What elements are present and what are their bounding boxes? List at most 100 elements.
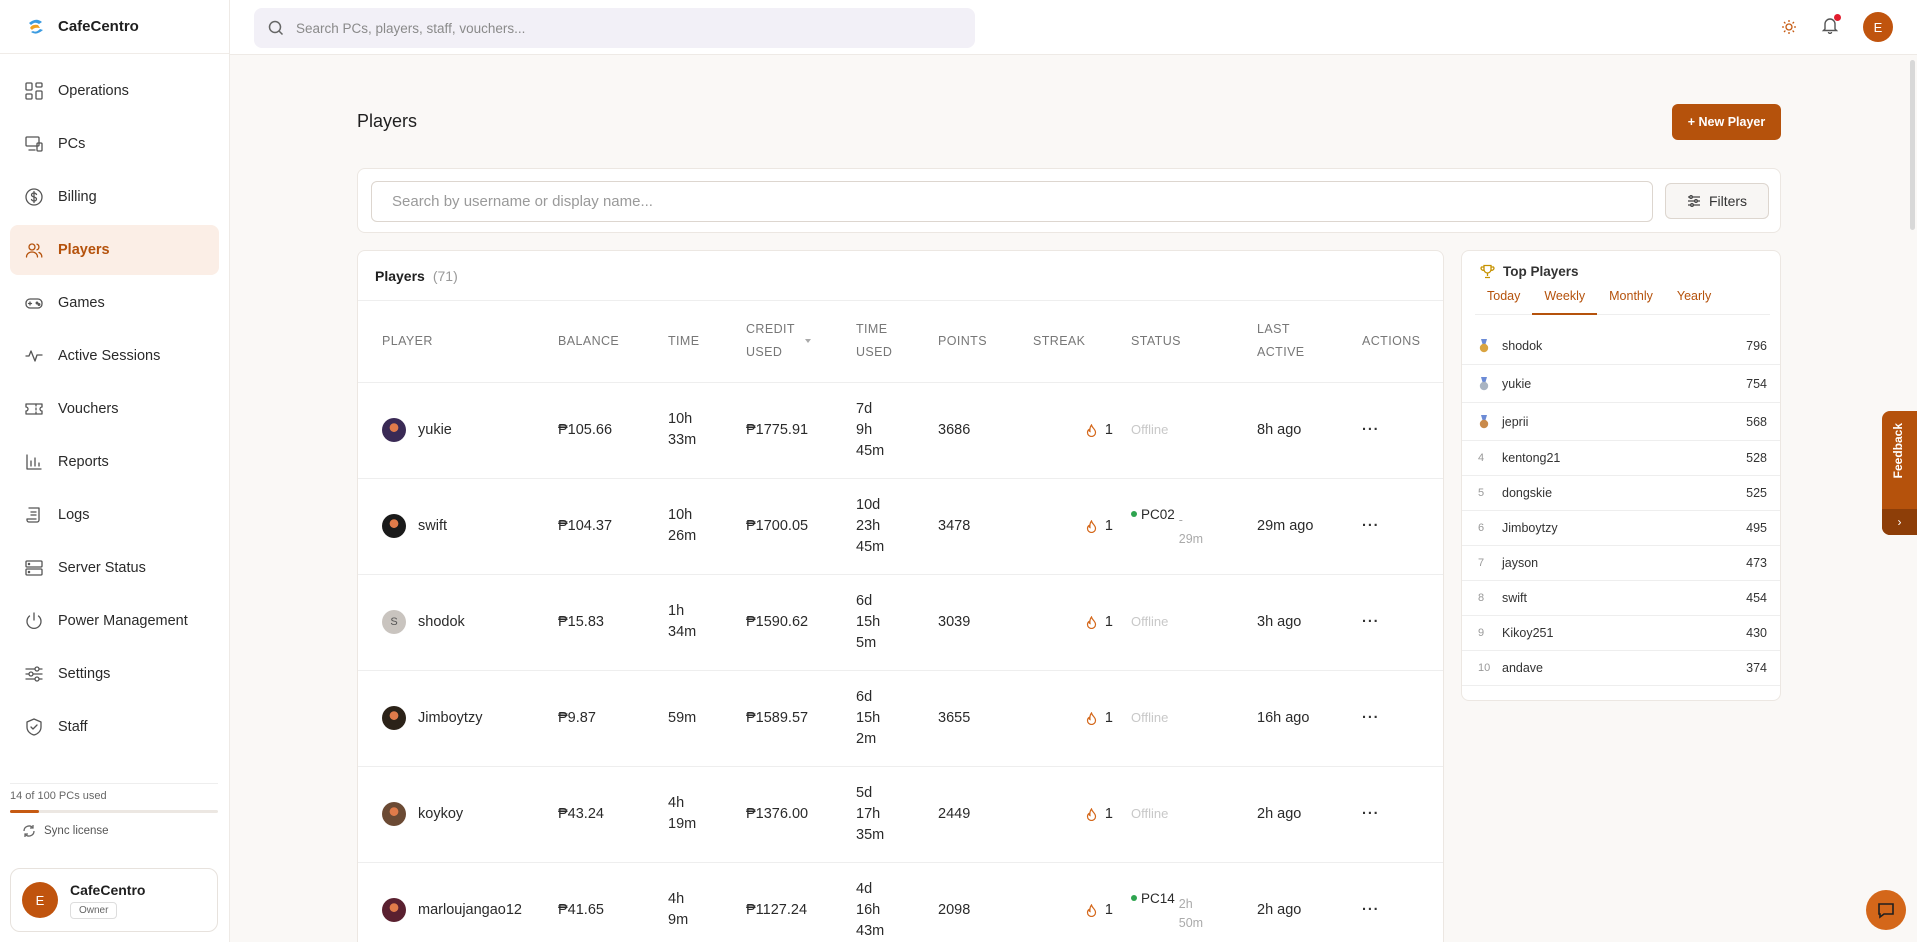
sidebar-item-logs[interactable]: Logs — [10, 490, 219, 540]
sidebar-item-power-management[interactable]: Power Management — [10, 596, 219, 646]
brand[interactable]: CafeCentro — [0, 0, 229, 54]
top-player-points: 430 — [1746, 626, 1767, 640]
time-cell: 59m — [668, 670, 746, 767]
sidebar-item-staff[interactable]: Staff — [10, 702, 219, 752]
line: 15h — [856, 613, 881, 630]
sidebar-item-server-status[interactable]: Server Status — [10, 543, 219, 593]
col-status[interactable]: STATUS — [1131, 301, 1257, 383]
top-player-name: Jimboytzy — [1502, 521, 1558, 535]
list-item[interactable]: 5 dongskie 525 — [1462, 476, 1780, 511]
line: 16h — [856, 901, 881, 918]
sidebar-item-pcs[interactable]: PCs — [10, 119, 219, 169]
actions-cell: ··· — [1362, 574, 1443, 671]
list-item[interactable]: yukie 754 — [1462, 365, 1780, 403]
sync-license-button[interactable]: Sync license — [22, 824, 109, 838]
player-cell[interactable]: Jimboytzy — [382, 706, 558, 730]
rank-number: 8 — [1478, 592, 1485, 604]
users-icon — [25, 243, 43, 258]
list-item[interactable]: shodok 796 — [1462, 327, 1780, 365]
player-cell[interactable]: Sshodok — [382, 610, 558, 634]
col-credit-used-line1: CREDIT — [746, 322, 795, 337]
player-search-input[interactable] — [371, 181, 1653, 222]
col-time[interactable]: TIME — [668, 301, 746, 383]
sidebar-item-games[interactable]: Games — [10, 278, 219, 328]
player-avatar — [382, 898, 406, 922]
sidebar-item-active-sessions[interactable]: Active Sessions — [10, 331, 219, 381]
feedback-tab[interactable]: Feedback › — [1882, 411, 1917, 535]
sidebar-item-billing[interactable]: Billing — [10, 172, 219, 222]
more-actions-icon[interactable]: ··· — [1362, 710, 1380, 726]
list-item[interactable]: 8 swift 454 — [1462, 581, 1780, 616]
col-streak[interactable]: STREAK — [1033, 301, 1131, 383]
more-actions-icon[interactable]: ··· — [1362, 806, 1380, 822]
table-row[interactable]: yukie ₱105.66 10h 33m ₱1775.91 7d 9h 45m 3686 1 Of… — [358, 382, 1443, 479]
line: 17h — [856, 805, 881, 822]
sidebar-item-players[interactable]: Players — [10, 225, 219, 275]
table-row[interactable]: koykoy ₱43.24 4h 19m ₱1376.00 5d 17h 35m 2449 1 Of… — [358, 766, 1443, 863]
chat-button[interactable] — [1866, 890, 1906, 930]
streak-value: 1 — [1104, 805, 1113, 822]
col-time-used[interactable]: TIME USED — [856, 301, 938, 383]
tab-yearly[interactable]: Yearly — [1665, 289, 1723, 315]
col-last-active-line2: ACTIVE — [1257, 345, 1305, 360]
status-cell: Offline — [1131, 382, 1257, 479]
list-item[interactable]: 4 kentong21 528 — [1462, 441, 1780, 476]
line: 35m — [856, 826, 885, 843]
list-item[interactable]: 6 Jimboytzy 495 — [1462, 511, 1780, 546]
table-row[interactable]: Sshodok ₱15.83 1h 34m ₱1590.62 6d 15h 5m 3039 1 Of… — [358, 574, 1443, 671]
status-cell: PC02- 29m — [1131, 478, 1257, 575]
table-row[interactable]: Jimboytzy ₱9.87 59m ₱1589.57 6d 15h 2m 3655 1 Off… — [358, 670, 1443, 767]
global-search-input[interactable] — [296, 20, 936, 36]
notifications-button[interactable] — [1821, 13, 1841, 39]
player-cell[interactable]: koykoy — [382, 802, 558, 826]
col-last-active[interactable]: LAST ACTIVE — [1257, 301, 1362, 383]
time-cell: 4h 9m — [668, 862, 746, 942]
list-item[interactable]: 9 Kikoy251 430 — [1462, 616, 1780, 651]
more-actions-icon[interactable]: ··· — [1362, 518, 1380, 534]
user-avatar[interactable]: E — [1863, 12, 1893, 42]
more-actions-icon[interactable]: ··· — [1362, 422, 1380, 438]
last-active-cell: 2h ago — [1257, 862, 1362, 942]
player-cell[interactable]: swift — [382, 514, 558, 538]
status-online: PC14 2h 50m — [1131, 888, 1257, 933]
line: 4h — [668, 795, 685, 811]
profile-card[interactable]: E CafeCentro Owner — [10, 868, 218, 932]
sun-icon[interactable] — [1781, 19, 1797, 35]
sidebar-item-settings[interactable]: Settings — [10, 649, 219, 699]
top-player-name: swift — [1502, 591, 1527, 605]
sidebar-item-operations[interactable]: Operations — [10, 66, 219, 116]
table-row[interactable]: marloujangao12 ₱41.65 4h 9m ₱1127.24 4d 16h 43m… — [358, 862, 1443, 942]
tab-today[interactable]: Today — [1475, 289, 1532, 315]
player-cell[interactable]: marloujangao12 — [382, 898, 558, 922]
line: 59m — [668, 709, 697, 726]
filters-button[interactable]: Filters — [1665, 183, 1769, 219]
col-balance[interactable]: BALANCE — [558, 301, 668, 383]
more-actions-icon[interactable]: ··· — [1362, 614, 1380, 630]
tab-weekly[interactable]: Weekly — [1532, 289, 1598, 315]
top-player-name: Kikoy251 — [1502, 626, 1554, 640]
status-offline: Offline — [1131, 614, 1169, 629]
table-header-row: PLAYER BALANCE TIME CREDIT USED TIME USED … — [358, 301, 1443, 383]
feedback-collapse-arrow[interactable]: › — [1882, 509, 1917, 535]
line: 15h — [856, 709, 881, 726]
sidebar-item-vouchers[interactable]: Vouchers — [10, 384, 219, 434]
col-points[interactable]: POINTS — [938, 301, 1033, 383]
tab-monthly[interactable]: Monthly — [1597, 289, 1665, 315]
col-credit-used[interactable]: CREDIT USED — [746, 301, 856, 383]
page-scrollbar[interactable] — [1910, 60, 1915, 230]
col-last-active-line1: LAST — [1257, 322, 1290, 337]
more-actions-icon[interactable]: ··· — [1362, 902, 1380, 918]
list-item[interactable]: jeprii 568 — [1462, 403, 1780, 441]
line: 7d — [856, 400, 873, 417]
sidebar-item-reports[interactable]: Reports — [10, 437, 219, 487]
table-row[interactable]: swift ₱104.37 10h 26m ₱1700.05 10d 23h 45m 3478 1… — [358, 478, 1443, 575]
status-cell: Offline — [1131, 670, 1257, 767]
line: 45m — [856, 442, 885, 459]
col-player[interactable]: PLAYER — [358, 301, 558, 383]
player-cell[interactable]: yukie — [382, 418, 558, 442]
flame-icon — [1086, 711, 1097, 725]
global-search[interactable] — [254, 8, 975, 48]
new-player-button[interactable]: + New Player — [1672, 104, 1781, 140]
list-item[interactable]: 7 jayson 473 — [1462, 546, 1780, 581]
list-item[interactable]: 10 andave 374 — [1462, 651, 1780, 686]
